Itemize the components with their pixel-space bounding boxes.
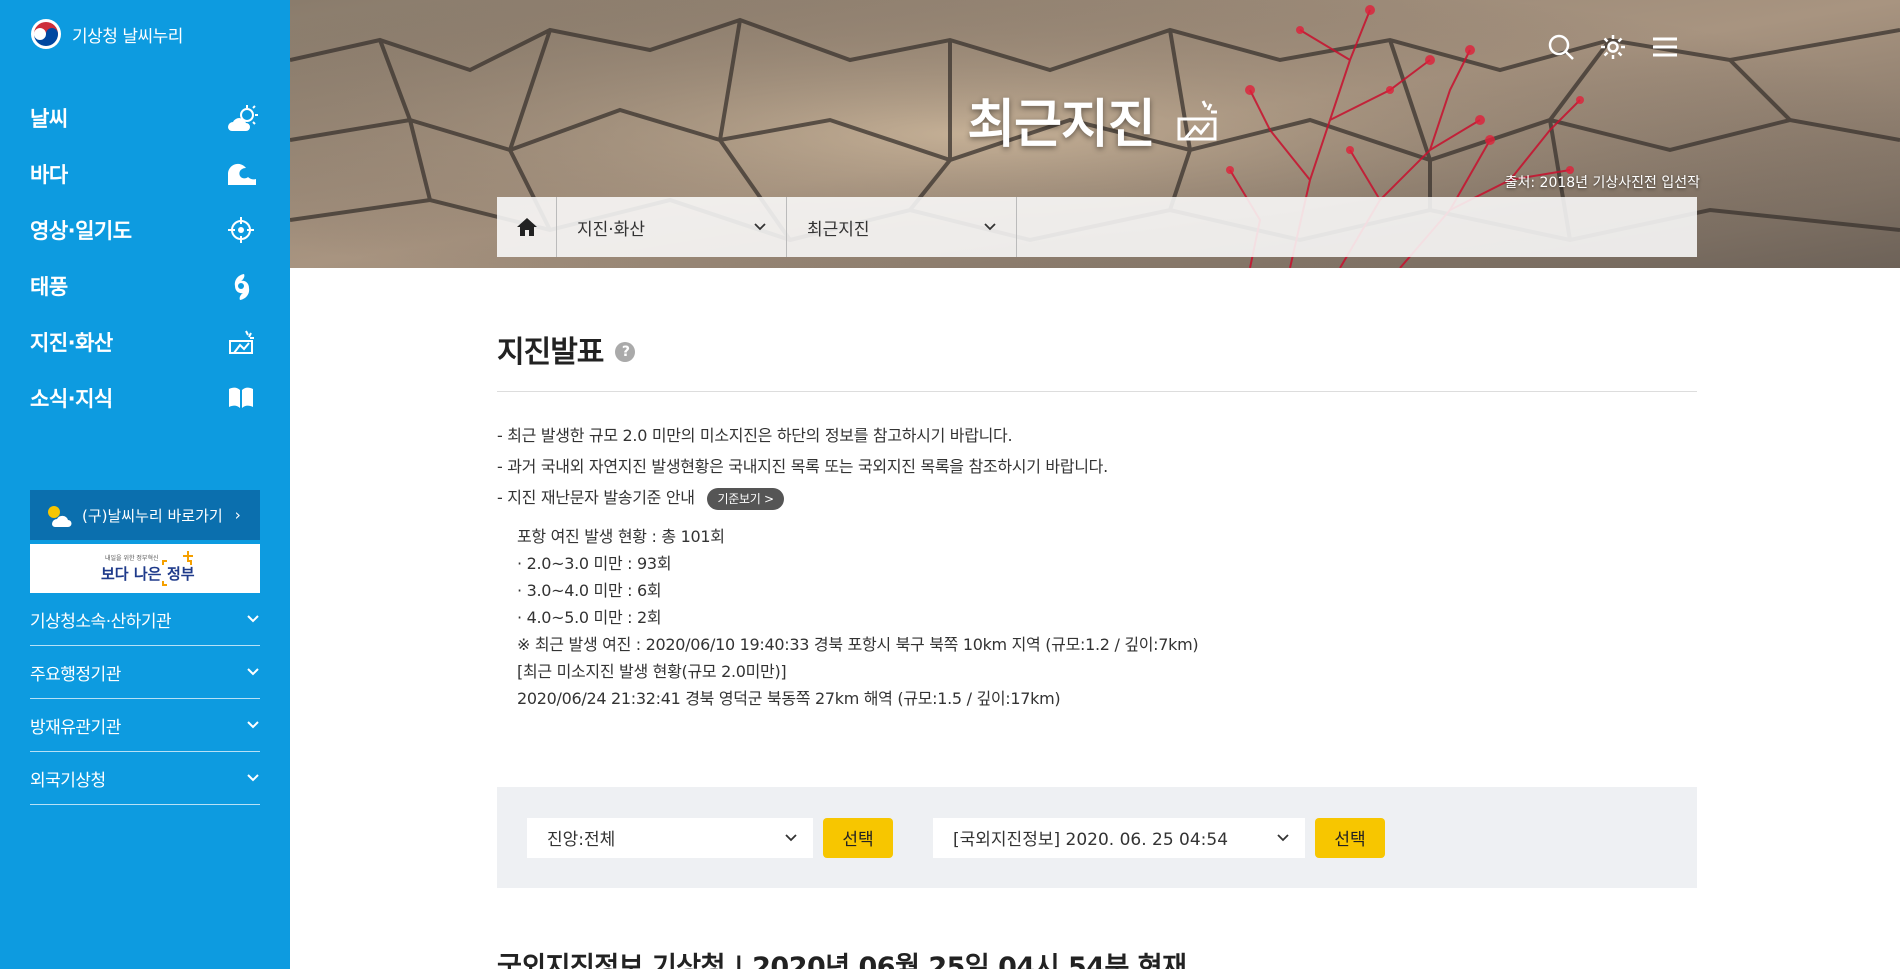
link-foreign-met-agencies[interactable]: 외국기상청 [30,752,260,805]
sidebar: 기상청 날씨누리 날씨 바다 영상·일기도 태풍 지진·화산 소식·지식 (구)… [0,0,290,969]
gov-innovation-banner[interactable]: 내일을 위한 정부혁신 보다 나은 정부 [30,544,260,593]
link-admin-agencies[interactable]: 주요행정기관 [30,646,260,699]
chevron-down-icon [984,223,996,231]
notice-list: - 최근 발생한 규모 2.0 미만의 미소지진은 하단의 정보를 참고하시기 … [497,420,1697,513]
epicenter-select-button[interactable]: 선택 [823,817,893,858]
result-title: 국외지진정보 기상청 | 2020년 06월 25일 04시 54분 현재 [497,945,1697,969]
page-title-text: 최근지진 [967,95,1155,155]
old-site-label: (구)날씨누리 바로가기 [82,506,223,525]
aftershock-line: 포항 여진 발생 현황 : 총 101회 [517,527,725,546]
cloud-sun-icon [228,105,258,131]
breadcrumb-level1-dropdown[interactable]: 지진·화산 [557,197,787,257]
earthquake-icon [1177,99,1217,140]
link-label: 외국기상청 [30,770,106,791]
gear-icon[interactable] [1598,32,1628,62]
book-icon [229,387,253,408]
svg-text:내일을 위한 정부혁신: 내일을 위한 정부혁신 [105,554,159,562]
gov-innovation-logo: 내일을 위한 정부혁신 보다 나은 정부 [101,550,195,586]
chevron-down-icon [247,615,259,623]
notice-item: - 최근 발생한 규모 2.0 미만의 미소지진은 하단의 정보를 참고하시기 … [497,426,1013,445]
aftershock-line: · 3.0~4.0 미만 : 6회 [517,581,662,600]
aftershock-line: · 4.0~5.0 미만 : 2회 [517,608,662,627]
nav-label: 영상·일기도 [30,219,132,243]
breadcrumb-level2-dropdown[interactable]: 최근지진 [787,197,1017,257]
brand-name: 기상청 날씨누리 [72,26,183,47]
link-disaster-agencies[interactable]: 방재유관기관 [30,699,260,752]
epicenter-select-value: 진앙:전체 [547,830,616,850]
nav-item-satellite-chart[interactable]: 영상·일기도 [30,202,258,258]
header-banner: 최근지진 출처: 2018년 기상사진전 입선작 지진·화산 최근지진 [290,0,1900,268]
breadcrumb-level1-label: 지진·화산 [577,219,645,240]
result-title-timestamp: | 2020년 06월 25일 04시 54분 현재 [724,952,1187,969]
nav-label: 바다 [30,163,68,187]
svg-text:보다 나은: 보다 나은 [101,565,162,583]
report-select[interactable]: [국외지진정보] 2020. 06. 25 04:54 [933,817,1305,858]
earthquake-icon [229,330,254,354]
top-utility-icons [1546,32,1680,62]
link-label: 기상청소속·산하기관 [30,611,172,632]
sun-cloud-icon [48,506,72,527]
typhoon-icon [234,274,250,300]
nav-item-weather[interactable]: 날씨 [30,90,258,146]
section-title-text: 지진발표 [497,335,604,370]
nav-label: 소식·지식 [30,387,113,411]
aftershock-line: · 2.0~3.0 미만 : 93회 [517,554,672,573]
aftershock-line: [최근 미소지진 발생 현황(규모 2.0미만)] [517,662,787,681]
help-icon[interactable]: ? [615,342,636,362]
related-links: 기상청소속·산하기관 주요행정기관 방재유관기관 외국기상청 [30,593,260,805]
brand-logo-link[interactable]: 기상청 날씨누리 [30,18,183,50]
notice-item: - 지진 재난문자 발송기준 안내 [497,488,695,507]
aftershock-line: 2020/06/24 21:32:41 경북 영덕군 북동쪽 27km 해역 (… [517,689,1061,708]
main-nav: 날씨 바다 영상·일기도 태풍 지진·화산 소식·지식 [30,90,258,426]
chevron-down-icon [247,721,259,729]
chevron-down-icon [1277,833,1289,841]
link-kma-affiliates[interactable]: 기상청소속·산하기관 [30,593,260,646]
chevron-down-icon [247,774,259,782]
wave-icon [228,163,256,185]
link-label: 주요행정기관 [30,664,121,685]
report-select-button[interactable]: 선택 [1315,817,1385,858]
nav-label: 태풍 [30,275,68,299]
search-icon[interactable] [1546,32,1576,62]
nav-item-news-knowledge[interactable]: 소식·지식 [30,370,258,426]
nav-item-typhoon[interactable]: 태풍 [30,258,258,314]
old-site-link[interactable]: (구)날씨누리 바로가기 › [30,490,260,540]
home-icon [516,218,537,236]
nav-item-earthquake-volcano[interactable]: 지진·화산 [30,314,258,370]
result-title-source: 국외지진정보 기상청 [497,952,725,969]
breadcrumb-home[interactable] [497,197,557,257]
report-select-value: [국외지진정보] 2020. 06. 25 04:54 [953,830,1229,850]
page-title: 최근지진 [290,82,1900,157]
notice-item: - 과거 국내외 자연지진 발생현황은 국내지진 목록 또는 국외지진 목록을 … [497,457,1108,476]
link-label: 방재유관기관 [30,717,121,738]
section-title: 지진발표 ? [497,327,1697,392]
aftershock-line: ※ 최근 발생 여진 : 2020/06/10 19:40:33 경북 포항시 … [517,635,1199,654]
filter-bar: 진앙:전체 선택 [국외지진정보] 2020. 06. 25 04:54 선택 [497,787,1697,888]
nav-item-sea[interactable]: 바다 [30,146,258,202]
aftershock-status: 포항 여진 발생 현황 : 총 101회 · 2.0~3.0 미만 : 93회 … [517,523,1697,712]
svg-text:정부: 정부 [167,565,195,583]
crosshair-icon [228,217,254,243]
chevron-right-icon: › [234,506,241,524]
breadcrumb: 지진·화산 최근지진 [497,197,1697,257]
notice-item-with-button: - 지진 재난문자 발송기준 안내 기준보기 > [497,482,1697,513]
breadcrumb-level2-label: 최근지진 [807,219,870,240]
chevron-down-icon [754,223,766,231]
photo-credit: 출처: 2018년 기상사진전 입선작 [1504,175,1700,191]
criteria-view-button[interactable]: 기준보기 > [707,487,784,510]
menu-icon[interactable] [1650,32,1680,62]
main-content: 지진발표 ? - 최근 발생한 규모 2.0 미만의 미소지진은 하단의 정보를… [497,268,1697,969]
epicenter-select[interactable]: 진앙:전체 [527,817,813,858]
kma-emblem-icon [31,19,61,49]
nav-label: 날씨 [30,107,68,131]
nav-label: 지진·화산 [30,331,113,355]
chevron-down-icon [785,833,797,841]
chevron-down-icon [247,668,259,676]
